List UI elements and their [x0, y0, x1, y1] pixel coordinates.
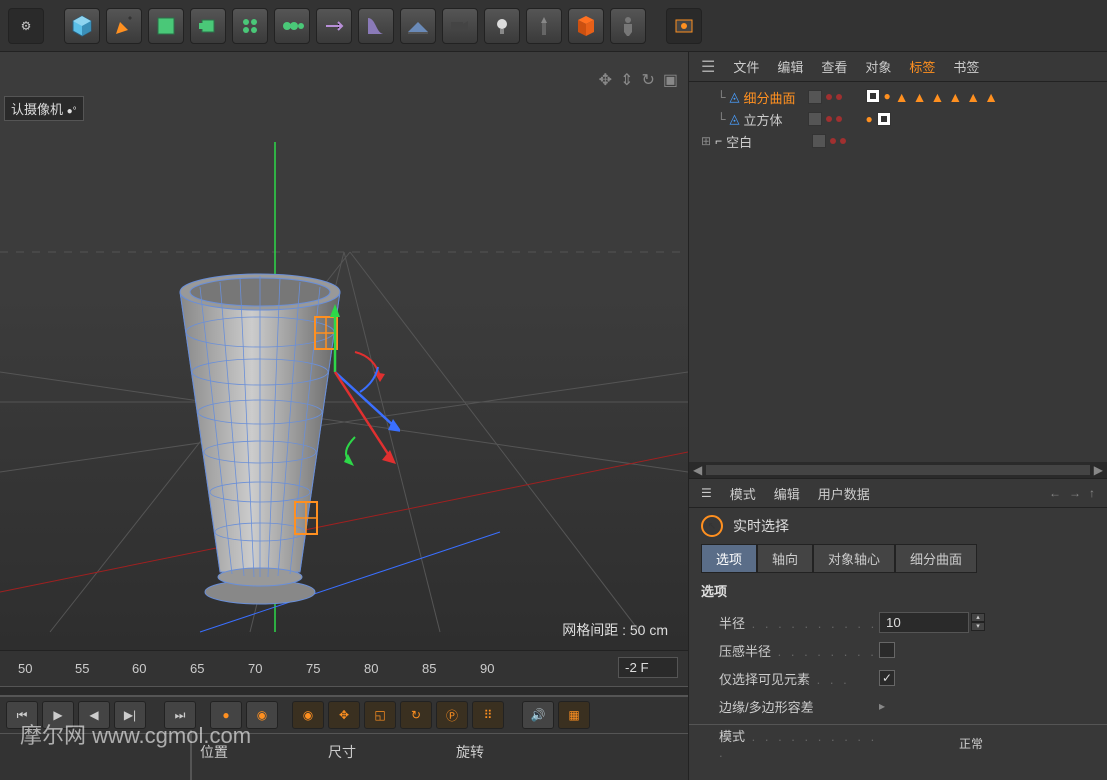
subdiv-tool[interactable]: [148, 8, 184, 44]
pan-icon[interactable]: ✥: [599, 70, 612, 90]
figure-tool[interactable]: [610, 8, 646, 44]
nav-back-icon[interactable]: ←: [1049, 486, 1061, 500]
live-select-icon: ↖: [701, 515, 723, 537]
attribute-tabs: 选项 轴向 对象轴心 细分曲面: [689, 544, 1107, 573]
clone-tool[interactable]: [274, 8, 310, 44]
tolerance-row: 边缘/多边形容差 ▸: [689, 692, 1107, 720]
menu-bookmarks[interactable]: 书签: [953, 57, 979, 76]
spin-down[interactable]: ▾: [971, 622, 985, 631]
sound-button[interactable]: 🔊: [522, 701, 554, 729]
menu-object[interactable]: 对象: [865, 57, 891, 76]
pen-tool[interactable]: [106, 8, 142, 44]
attr-edit[interactable]: 编辑: [774, 484, 800, 503]
spin-up[interactable]: ▴: [971, 613, 985, 622]
settings-tool[interactable]: ⚙: [8, 8, 44, 44]
radius-row: 半径 . . . . . . . . . . ▴▾: [689, 608, 1107, 636]
material-tool[interactable]: [568, 8, 604, 44]
axis-tool[interactable]: [316, 8, 352, 44]
menu-edit[interactable]: 编辑: [777, 57, 803, 76]
cup-wireframe: [140, 222, 400, 622]
rotate-icon[interactable]: ↻: [641, 70, 654, 90]
menu-icon[interactable]: ☰: [701, 57, 715, 77]
attr-userdata[interactable]: 用户数据: [818, 484, 870, 503]
tree-row-subdiv[interactable]: └ ◬ 细分曲面 ● ▲▲▲▲▲▲: [693, 86, 1103, 108]
maximize-icon[interactable]: ▣: [663, 70, 678, 90]
layer-slot[interactable]: [808, 90, 822, 104]
menu-tags[interactable]: 标签: [909, 57, 935, 76]
attr-mode[interactable]: 模式: [730, 484, 756, 503]
target-tool[interactable]: [526, 8, 562, 44]
options-section-title: 选项: [689, 573, 1107, 608]
visible-only-row: 仅选择可见元素 . . . ✓: [689, 664, 1107, 692]
timeline: 50 55 60 65 70 75 80 85 90 ⏮ ▶ ◀ ▶| ⏭ ●: [0, 650, 688, 780]
tree-row-null[interactable]: ⊞ ⌐ 空白: [693, 130, 1103, 152]
mode-row: 模式 . . . . . . . . . . . 正常: [689, 729, 1107, 757]
nav-fwd-icon[interactable]: →: [1069, 486, 1081, 500]
key-param-button[interactable]: Ⓟ: [436, 701, 468, 729]
key-pla-button[interactable]: ⠿: [472, 701, 504, 729]
frame-field[interactable]: [618, 657, 678, 678]
object-tree[interactable]: └ ◬ 细分曲面 ● ▲▲▲▲▲▲ └ ◬ 立方体 ●: [689, 82, 1107, 462]
extrude-tool[interactable]: [190, 8, 226, 44]
timeline-ruler[interactable]: 50 55 60 65 70 75 80 85 90: [0, 651, 688, 686]
camera-tool[interactable]: [442, 8, 478, 44]
light-tool[interactable]: [484, 8, 520, 44]
object-manager-menu: ☰ 文件 编辑 查看 对象 标签 书签: [689, 52, 1107, 82]
array-tool[interactable]: [232, 8, 268, 44]
camera-label[interactable]: 认摄像机 ●°: [4, 96, 84, 121]
deform-tool[interactable]: [358, 8, 394, 44]
floor-tool[interactable]: [400, 8, 436, 44]
attribute-menu: ☰ 模式 编辑 用户数据 ← → ↑: [689, 478, 1107, 508]
subdiv-icon: ◬: [730, 89, 740, 105]
tree-row-cube[interactable]: └ ◬ 立方体 ●: [693, 108, 1103, 130]
tree-hscroll[interactable]: ◀ ▶: [689, 462, 1107, 478]
size-label: 尺寸: [328, 742, 356, 762]
zoom-icon[interactable]: ⇕: [620, 70, 633, 90]
key-scale-button[interactable]: ◱: [364, 701, 396, 729]
cube-obj-icon: ◬: [730, 111, 740, 127]
cube-tool[interactable]: [64, 8, 100, 44]
menu-icon[interactable]: ☰: [701, 486, 712, 500]
render-tool[interactable]: [666, 8, 702, 44]
radius-input[interactable]: [879, 612, 969, 633]
rotation-label: 旋转: [456, 742, 484, 762]
pressure-radius-checkbox[interactable]: [879, 642, 895, 658]
viewport[interactable]: 认摄像机 ●° ✥ ⇕ ↻ ▣: [0, 52, 688, 650]
tab-options[interactable]: 选项: [701, 544, 757, 573]
layer-slot[interactable]: [812, 134, 826, 148]
grid-info: 网格间距 : 50 cm: [562, 620, 668, 640]
menu-file[interactable]: 文件: [733, 57, 759, 76]
key-move-button[interactable]: ✥: [328, 701, 360, 729]
nav-up-icon[interactable]: ↑: [1089, 486, 1095, 500]
tab-object-axis[interactable]: 对象轴心: [813, 544, 895, 573]
pressure-radius-row: 压感半径 . . . . . . . .: [689, 636, 1107, 664]
menu-view[interactable]: 查看: [821, 57, 847, 76]
tab-axis[interactable]: 轴向: [757, 544, 813, 573]
top-toolbar: ⚙: [0, 0, 1107, 52]
attribute-header: ↖ 实时选择: [689, 508, 1107, 544]
visible-only-checkbox[interactable]: ✓: [879, 670, 895, 686]
key-rotate-button[interactable]: ↻: [400, 701, 432, 729]
layer-slot[interactable]: [808, 112, 822, 126]
tab-subdiv[interactable]: 细分曲面: [895, 544, 977, 573]
key-pos-button[interactable]: ◉: [292, 701, 324, 729]
viewport-tools: ✥ ⇕ ↻ ▣: [599, 70, 678, 90]
watermark: 摩尔网 www.cgmol.com: [20, 718, 251, 750]
null-icon: ⌐: [715, 134, 722, 148]
film-button[interactable]: ▦: [558, 701, 590, 729]
